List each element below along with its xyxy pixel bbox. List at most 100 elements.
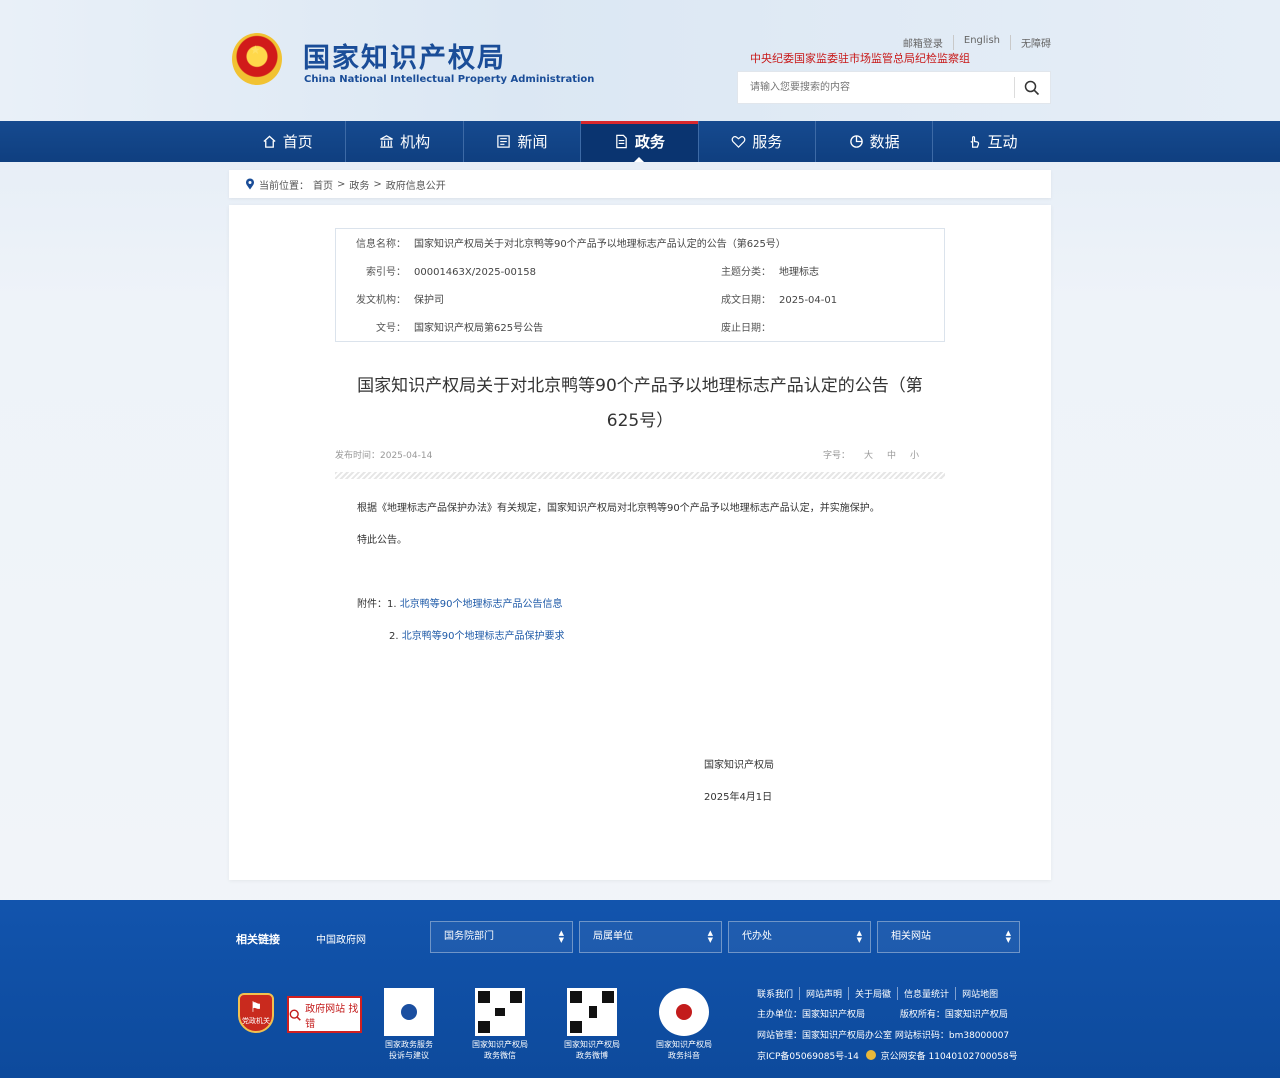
- info-label: 废止日期：: [721, 323, 771, 334]
- info-issuer-value: 保护司: [414, 295, 444, 306]
- qr-caption-line: 国家知识产权局: [656, 1040, 712, 1049]
- discipline-inspection-link[interactable]: 中央纪委国家监委驻市场监管总局纪检监察组: [750, 50, 970, 66]
- footer-record-line: 京ICP备05069085号-14 京公网安备 11040102700058号: [757, 1049, 1018, 1062]
- qr-caption: 国家知识产权局 政务微信: [455, 1039, 545, 1061]
- qr-caption: 国家政务服务 投诉与建议: [364, 1039, 454, 1061]
- nav-item-service[interactable]: 服务: [699, 121, 816, 162]
- qr-caption: 国家知识产权局 政务抖音: [639, 1039, 729, 1061]
- search-button[interactable]: [1014, 72, 1050, 103]
- report-error-badge[interactable]: 政府网站 找错: [287, 996, 362, 1033]
- article-paragraph: 根据《地理标志产品保护办法》有关规定，国家知识产权局对北京鸭等90个产品予以地理…: [357, 503, 880, 514]
- nav-label: 首页: [282, 133, 313, 151]
- breadcrumb: 当前位置： 首页 > 政务 > 政府信息公开: [229, 170, 1051, 198]
- font-size-medium[interactable]: 中: [887, 448, 896, 461]
- accessibility-link[interactable]: 无障碍: [1010, 35, 1051, 50]
- nav-item-news[interactable]: 新闻: [464, 121, 582, 162]
- nav-label: 政务: [634, 133, 665, 151]
- info-row-issuer: 发文机构： 保护司 成文日期： 2025-04-01: [336, 294, 946, 308]
- qr-code-wechat: [475, 988, 525, 1036]
- breadcrumb-separator: >: [373, 178, 382, 190]
- site-logo-title[interactable]: 国家知识产权局: [303, 36, 506, 75]
- qr-caption: 国家知识产权局 政务微博: [547, 1039, 637, 1061]
- qr-caption-line: 国家知识产权局: [472, 1040, 528, 1049]
- select-arrows-icon: ▲ ▼: [558, 929, 564, 944]
- select-state-council[interactable]: 国务院部门 ▲ ▼: [430, 921, 573, 953]
- party-government-badge[interactable]: ⚑ 党政机关: [238, 993, 274, 1033]
- article-title-line: 625号）: [606, 411, 674, 431]
- nav-label: 服务: [752, 133, 783, 151]
- gov-link[interactable]: 中国政府网: [316, 931, 366, 946]
- info-docno-value: 国家知识产权局第625号公告: [414, 323, 544, 334]
- home-icon: [263, 135, 276, 148]
- publish-time: 发布时间：2025-04-14: [335, 451, 433, 461]
- info-index-value: 00001463X/2025-00158: [414, 267, 536, 278]
- service-icon: [731, 136, 746, 148]
- select-value: 局属单位: [593, 931, 633, 942]
- signature-org: 国家知识产权局: [704, 760, 774, 771]
- font-size-switcher: 字号： 大 中 小: [823, 448, 919, 461]
- info-label: 主题分类：: [721, 267, 771, 278]
- icp-link[interactable]: 京ICP备05069085号-14: [757, 1052, 859, 1062]
- select-related-sites[interactable]: 相关网站 ▲ ▼: [877, 921, 1020, 953]
- info-row-index: 索引号： 00001463X/2025-00158 主题分类： 地理标志: [336, 266, 946, 280]
- select-affiliated-units[interactable]: 局属单位 ▲ ▼: [579, 921, 722, 953]
- nav-item-government[interactable]: 政务: [581, 121, 699, 162]
- pie-chart-icon: [849, 135, 863, 148]
- search-input[interactable]: [738, 72, 1014, 103]
- select-value: 国务院部门: [444, 931, 494, 942]
- nav-item-interaction[interactable]: 互动: [933, 121, 1050, 162]
- top-links: 邮箱登录 English 无障碍: [893, 35, 1051, 50]
- mail-login-link[interactable]: 邮箱登录: [893, 35, 953, 50]
- police-badge-icon: [865, 1050, 876, 1060]
- breadcrumb-info-disclosure[interactable]: 政府信息公开: [386, 177, 446, 192]
- select-arrows-icon: ▲ ▼: [1005, 929, 1011, 944]
- search-icon: [1024, 80, 1040, 95]
- info-label: 信息名称：: [356, 239, 406, 250]
- article-card: 信息名称： 国家知识产权局关于对北京鸭等90个产品予以地理标志产品认定的公告（第…: [229, 205, 1051, 880]
- nav-item-institution[interactable]: 机构: [346, 121, 464, 162]
- site-footer: 相关链接 中国政府网 国务院部门 ▲ ▼ 局属单位 ▲ ▼ 代办处 ▲ ▼ 相关网站 …: [0, 900, 1280, 1078]
- contact-us-link[interactable]: 联系我们: [757, 987, 799, 1000]
- info-label: 发文机构：: [356, 295, 406, 306]
- attachment-number: 2.: [389, 631, 402, 642]
- font-size-label: 字号：: [822, 451, 850, 461]
- info-stats-link[interactable]: 信息量统计: [897, 987, 955, 1000]
- info-table: 信息名称： 国家知识产权局关于对北京鸭等90个产品予以地理标志产品认定的公告（第…: [335, 228, 945, 342]
- about-emblem-link[interactable]: 关于局徽: [848, 987, 897, 1000]
- site-statement-link[interactable]: 网站声明: [799, 987, 848, 1000]
- site-header: ★ 国家知识产权局 China National Intellectual Pr…: [0, 0, 1280, 121]
- article-title: 国家知识产权局关于对北京鸭等90个产品予以地理标志产品认定的公告（第 625号）: [335, 369, 945, 439]
- select-agency-offices[interactable]: 代办处 ▲ ▼: [728, 921, 871, 953]
- attachment-row: 2. 北京鸭等90个地理标志产品保护要求: [389, 627, 564, 642]
- hatched-divider: [335, 472, 945, 479]
- manage-info: 网站管理：国家知识产权局办公室 网站标识码：bm38000007: [757, 1031, 1010, 1041]
- info-date-value: 2025-04-01: [779, 295, 838, 306]
- nav-label: 互动: [987, 133, 1018, 151]
- english-link[interactable]: English: [952, 35, 1010, 50]
- nav-item-home[interactable]: 首页: [229, 121, 347, 162]
- font-size-large[interactable]: 大: [864, 448, 873, 461]
- main-nav: 首页 机构 新闻 政务 服务 数据 互动: [0, 121, 1280, 162]
- font-size-small[interactable]: 小: [910, 448, 919, 461]
- news-icon: [497, 135, 511, 148]
- location-pin-icon: [246, 178, 254, 190]
- host-info: 主办单位：国家知识产权局: [757, 1010, 866, 1020]
- site-map-link[interactable]: 网站地图: [955, 987, 1004, 1000]
- breadcrumb-government[interactable]: 政务: [349, 177, 369, 192]
- search-box: [737, 71, 1051, 104]
- nav-item-data[interactable]: 数据: [816, 121, 934, 162]
- police-record-link[interactable]: 京公网安备 11040102700058号: [881, 1052, 1018, 1062]
- info-label: 成文日期：: [721, 295, 771, 306]
- national-emblem-logo[interactable]: ★: [232, 33, 282, 85]
- qr-code-douyin: [659, 988, 709, 1036]
- attachment-link-1[interactable]: 北京鸭等90个地理标志产品公告信息: [400, 599, 563, 610]
- hand-icon: [970, 136, 979, 148]
- article-title-line: 国家知识产权局关于对北京鸭等90个产品予以地理标志产品认定的公告（第: [357, 376, 923, 396]
- attachment-link-2[interactable]: 北京鸭等90个地理标志产品保护要求: [402, 631, 565, 642]
- article-meta: 发布时间：2025-04-14 字号： 大 中 小: [335, 448, 945, 461]
- qr-caption-line: 投诉与建议: [389, 1051, 429, 1060]
- attachment-label: 附件：: [357, 599, 387, 610]
- breadcrumb-home[interactable]: 首页: [313, 177, 333, 192]
- qr-code-weibo: [567, 988, 617, 1036]
- select-value: 代办处: [742, 931, 772, 942]
